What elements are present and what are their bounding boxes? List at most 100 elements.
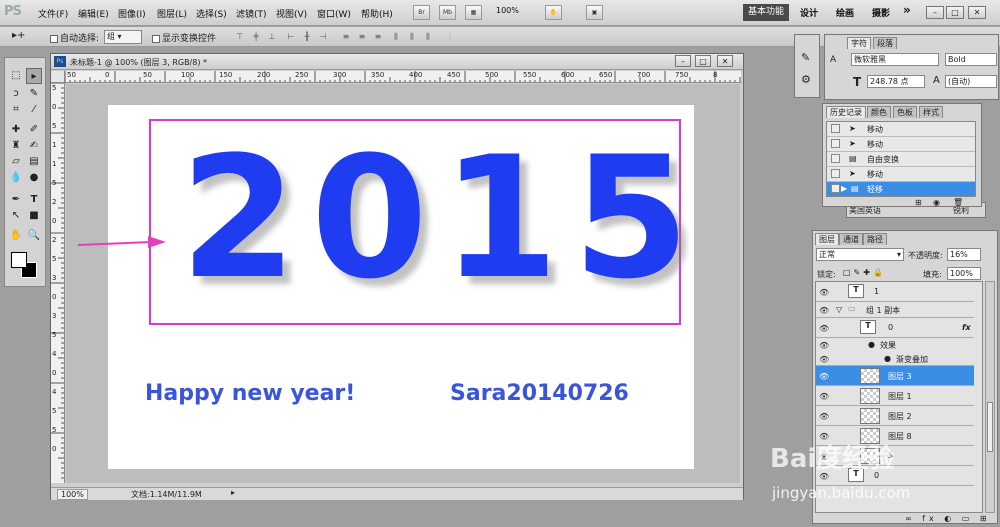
auto-select-checkbox[interactable]: 自动选择: [50, 31, 99, 44]
doc-minimize-button[interactable]: – [675, 55, 691, 67]
bridge-button[interactable]: Br [413, 5, 430, 20]
history-item[interactable]: ▤ 自由变换 [827, 152, 975, 167]
auto-select-dropdown[interactable]: 组 ▾ [104, 30, 142, 44]
visibility-eye-icon[interactable]: 👁 [819, 324, 829, 333]
clone-source-icon[interactable]: ⚙ [801, 73, 811, 86]
effects-row[interactable]: 👁 ● 效果 [816, 338, 974, 352]
tab-channels[interactable]: 通道 [839, 233, 863, 245]
visibility-eye-icon[interactable]: 👁 [819, 306, 829, 315]
history-item[interactable]: ➤ 移动 [827, 137, 975, 152]
hand-tool-button[interactable]: ✋ [545, 5, 562, 20]
workspace-design[interactable]: 设计 [800, 6, 818, 19]
tab-paragraph[interactable]: 段落 [873, 37, 897, 49]
dodge-tool-icon[interactable]: ● [26, 170, 42, 186]
layers-scrollbar[interactable] [985, 281, 995, 513]
distribute-hcenter-icon[interactable]: ⫼ [406, 31, 418, 43]
trash-icon[interactable]: 🗑 [953, 198, 963, 207]
brush-tool-icon[interactable]: ✐ [26, 122, 42, 138]
visibility-eye-icon[interactable]: 👁 [819, 392, 829, 401]
layer-group-row[interactable]: 👁 ▽ ▭ 组 1 副本 [816, 302, 974, 318]
healing-tool-icon[interactable]: ✚ [8, 122, 24, 138]
restore-button[interactable]: □ [946, 6, 964, 19]
foreground-color-swatch-top[interactable] [11, 252, 27, 268]
layer-row[interactable]: 👁 图层 2 [816, 406, 974, 426]
opacity-field[interactable]: 16% [947, 248, 981, 261]
layer-row[interactable]: 👁 图层 1 [816, 386, 974, 406]
more-workspaces-button[interactable]: » [903, 3, 911, 17]
distribute-right-icon[interactable]: ⫼ [422, 31, 434, 43]
font-family-field[interactable]: 微软雅黑 [851, 53, 939, 66]
doc-restore-button[interactable]: □ [695, 55, 711, 67]
align-hcenter-icon[interactable]: ╫ [301, 31, 313, 43]
distribute-left-icon[interactable]: ⫼ [390, 31, 402, 43]
blur-tool-icon[interactable]: 💧 [8, 170, 24, 186]
gradient-tool-icon[interactable]: ▤ [26, 154, 42, 170]
auto-align-icon[interactable]: ⫶ [444, 31, 456, 43]
view-extras-button[interactable]: ▦ [465, 5, 482, 20]
zoom-select[interactable]: 100% [496, 6, 541, 15]
menu-file[interactable]: 文件(F) [38, 7, 68, 20]
menu-select[interactable]: 选择(S) [196, 7, 227, 20]
canvas[interactable]: 2015 Happy new year! Sara20140726 [108, 105, 694, 469]
stamp-tool-icon[interactable]: ♜ [8, 138, 24, 154]
effect-eye-icon[interactable]: ● [884, 354, 891, 363]
workspace-essentials[interactable]: 基本功能 [743, 4, 789, 21]
menu-layer[interactable]: 图层(L) [157, 7, 187, 20]
show-transform-checkbox[interactable]: 显示变换控件 [152, 31, 216, 44]
distribute-bottom-icon[interactable]: ≡ [372, 31, 384, 43]
snapshot-icon[interactable]: ◉ [933, 198, 940, 207]
zoom-field[interactable]: 100% [57, 489, 88, 500]
blend-mode-select[interactable]: 正常 ▾ [816, 248, 904, 261]
tab-swatches[interactable]: 色板 [893, 106, 917, 118]
lasso-tool-icon[interactable]: ↄ [8, 86, 24, 102]
marquee-tool-icon[interactable]: ⬚ [8, 68, 24, 84]
tab-layers[interactable]: 图层 [815, 233, 839, 245]
layer-row[interactable]: 👁 T 0 fx [816, 318, 974, 338]
eraser-tool-icon[interactable]: ▱ [8, 154, 24, 170]
scrollbar-thumb[interactable] [987, 402, 993, 452]
hand-tool-icon[interactable]: ✋ [8, 228, 24, 244]
workspace-photography[interactable]: 摄影 [872, 6, 890, 19]
menu-image[interactable]: 图像(I) [118, 7, 146, 20]
menu-view[interactable]: 视图(V) [276, 7, 307, 20]
effects-eye-icon[interactable]: ● [868, 340, 875, 349]
align-left-icon[interactable]: ⊢ [285, 31, 297, 43]
tab-styles[interactable]: 样式 [919, 106, 943, 118]
horizontal-ruler[interactable]: 50 0 50 100 150 200 250 300 350 400 450 500 550 600 65… [65, 71, 741, 83]
vertical-ruler[interactable]: 5 0 5 1 1 5 2 0 2 5 3 0 3 5 4 0 4 5 5 0 [51, 83, 65, 483]
layer-row[interactable]: 👁 T 1 [816, 282, 974, 302]
tab-history[interactable]: 历史记录 [826, 106, 866, 118]
menu-edit[interactable]: 编辑(E) [78, 7, 109, 20]
lock-icons[interactable]: □✎✚🔒 [843, 268, 886, 277]
distribute-top-icon[interactable]: ≡ [340, 31, 352, 43]
mini-bridge-button[interactable]: Mb [439, 5, 456, 20]
history-item[interactable]: ➤ 移动 [827, 167, 975, 182]
layer-footer-icons[interactable]: ∞ fx ◐ ▭ ⊞ 🗑 [905, 514, 997, 523]
font-size-field[interactable]: 248.78 点 [867, 75, 925, 88]
document-tab[interactable]: Ps 未标题-1 @ 100% (图层 3, RGB/8) * – □ ✕ [51, 54, 743, 70]
history-item-selected[interactable]: ▶ ▤ 轻移 [827, 182, 975, 196]
visibility-eye-icon[interactable]: 👁 [819, 372, 829, 381]
tab-paths[interactable]: 路径 [863, 233, 887, 245]
align-bottom-icon[interactable]: ⊥ [266, 31, 278, 43]
doc-close-button[interactable]: ✕ [717, 55, 733, 67]
disclosure-triangle-icon[interactable]: ▽ [836, 305, 842, 314]
align-vcenter-icon[interactable]: ╪ [250, 31, 262, 43]
leading-field[interactable]: (自动) [945, 75, 997, 88]
crop-tool-icon[interactable]: ⌗ [8, 102, 24, 118]
history-brush-tool-icon[interactable]: ✍ [26, 138, 42, 154]
menu-window[interactable]: 窗口(W) [317, 7, 351, 20]
close-button[interactable]: ✕ [968, 6, 986, 19]
tab-character[interactable]: 字符 [847, 37, 871, 49]
visibility-eye-icon[interactable]: 👁 [819, 412, 829, 421]
tab-color[interactable]: 颜色 [867, 106, 891, 118]
screen-mode-button[interactable]: ▣ [586, 5, 603, 20]
distribute-vcenter-icon[interactable]: ≡ [356, 31, 368, 43]
fill-field[interactable]: 100% [947, 267, 981, 280]
path-select-tool-icon[interactable]: ↖ [8, 208, 24, 224]
visibility-eye-icon[interactable]: 👁 [819, 288, 829, 297]
brush-presets-icon[interactable]: ✎ [801, 51, 810, 64]
visibility-eye-icon[interactable]: 👁 [819, 341, 829, 350]
move-tool-icon[interactable]: ▸ [26, 68, 42, 84]
ruler-origin[interactable] [51, 71, 65, 83]
